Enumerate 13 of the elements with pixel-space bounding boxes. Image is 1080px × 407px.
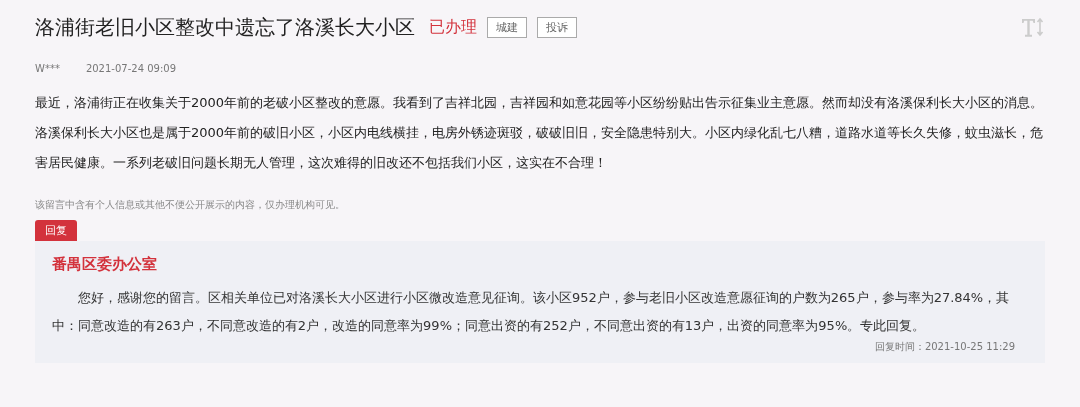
post-body: 最近，洛浦街正在收集关于2000年前的老破小区整改的意愿。我看到了吉祥北园，吉祥园和如意花园等小区纷纷贴出告示征集业主意愿。然而却没有洛溪保利长大小区的消息。洛溪保利长大小区也是属于2000年前的破旧小区，小区内电线横挂，电房外锈迹斑驳，破破旧旧，安全隐患特别大。小区内绿化乱七八糟，道路水道等长久失修，蚊虫滋长，危害居民健康。一系列老破旧问题长期无人管理，这次难得的旧改还不包括我们小区，这实在不合理！: [35, 94, 1045, 172]
status-label: 已办理: [429, 17, 477, 38]
author-name: W***: [35, 63, 60, 74]
reply-body: 您好，感谢您的留言。区相关单位已对洛溪长大小区进行小区微改造意见征询。该小区952户，参与老旧小区改造意愿征询的户数为265户，参与率为27.84%，其中：同意改造的有263户，不同意改造的有2户，改造的同意率为99%；同意出资的有252户，不同意出资的有13户，出资的同意率为95%。专此回复。: [52, 289, 1011, 335]
privacy-note: 该留言中含有个人信息或其他不便公开展示的内容，仅办理机构可见。: [35, 198, 346, 212]
reply-time: 回复时间：2021-10-25 11:29: [873, 340, 1015, 354]
post-title: 洛浦街老旧小区整改中遗忘了洛溪长大小区: [35, 14, 415, 41]
reply-tab[interactable]: 回复: [35, 220, 77, 241]
department-name: 番禺区委办公室: [52, 255, 158, 274]
post-time: 2021-07-24 09:09: [85, 63, 176, 74]
category-tag: 城建: [487, 17, 527, 38]
font-size-icon[interactable]: [1021, 16, 1045, 39]
category-tag: 投诉: [537, 17, 577, 38]
